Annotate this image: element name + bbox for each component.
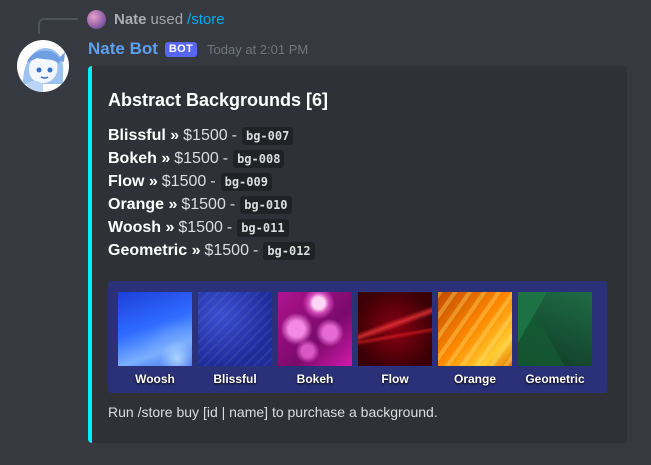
item-name: Woosh »: [108, 218, 175, 236]
item-price: $1500: [178, 218, 223, 236]
reply-reference[interactable]: Nate used /store: [87, 9, 225, 29]
item-separator: -: [222, 149, 229, 167]
thumbnail-woosh: [118, 292, 192, 366]
item-id: bg-007: [241, 126, 294, 145]
item-id: bg-011: [237, 218, 289, 237]
list-item: Woosh » $1500 - bg-011: [108, 216, 315, 239]
list-item: Orange » $1500 - bg-010: [108, 193, 315, 216]
list-item: Bokeh » $1500 - bg-008: [108, 147, 315, 170]
item-price: $1500: [174, 149, 219, 167]
list-item: Flow » $1500 - bg-009: [108, 170, 315, 193]
timestamp[interactable]: Today at 2:01 PM: [207, 42, 308, 57]
item-separator: -: [252, 241, 259, 259]
item-separator: -: [210, 172, 216, 190]
reply-author[interactable]: Nate: [114, 11, 147, 28]
store-embed: Abstract Backgrounds [6] Blissful » $150…: [88, 66, 627, 443]
item-price: $1500: [181, 195, 226, 213]
item-name: Blissful »: [108, 126, 180, 144]
thumbnail-label: Flow: [381, 372, 409, 386]
item-price: $1500: [161, 172, 207, 190]
embed-footer: Run /store buy [id | name] to purchase a…: [108, 404, 438, 420]
embed-title: Abstract Backgrounds [6]: [108, 90, 329, 110]
thumbnail-label: Orange: [453, 372, 496, 386]
item-separator: -: [229, 195, 236, 213]
reply-used-text: used: [150, 10, 184, 28]
item-price: $1500: [183, 126, 228, 144]
reply-command[interactable]: /store: [187, 11, 225, 28]
item-id: bg-012: [263, 241, 315, 260]
item-name: Orange »: [108, 195, 178, 213]
item-name: Geometric »: [108, 241, 201, 259]
item-name: Flow »: [108, 172, 158, 190]
bot-avatar[interactable]: [17, 40, 69, 92]
reply-spine: [38, 18, 78, 34]
thumbnail-geometric: [518, 292, 592, 366]
item-id: bg-008: [233, 149, 285, 168]
item-price: $1500: [204, 241, 249, 259]
item-separator: -: [231, 126, 237, 144]
item-list: Blissful » $1500 - bg-007 Bokeh » $1500 …: [108, 124, 315, 262]
thumbnail-blissful: [198, 292, 272, 366]
list-item: Blissful » $1500 - bg-007: [108, 124, 315, 147]
thumbnail-flow: [358, 292, 432, 366]
preview-image[interactable]: Woosh Blissful Bokeh Flow Orange Geometr…: [108, 281, 607, 393]
thumbnail-label: Bokeh: [296, 372, 334, 386]
thumbnail-label: Woosh: [135, 372, 175, 386]
author-name[interactable]: Nate Bot: [88, 39, 158, 59]
reply-avatar[interactable]: [87, 9, 106, 29]
item-separator: -: [226, 218, 233, 236]
item-name: Bokeh »: [108, 149, 171, 167]
item-id: bg-010: [240, 195, 292, 214]
thumbnail-label: Blissful: [213, 372, 257, 386]
thumbnail-orange: [438, 292, 512, 366]
thumbnail-bokeh: [278, 292, 352, 366]
list-item: Geometric » $1500 - bg-012: [108, 239, 315, 262]
thumbnail-label: Geometric: [525, 372, 585, 386]
bot-badge: BOT: [164, 41, 198, 57]
item-id: bg-009: [220, 172, 272, 191]
message-header: Nate Bot BOT Today at 2:01 PM: [88, 38, 308, 60]
